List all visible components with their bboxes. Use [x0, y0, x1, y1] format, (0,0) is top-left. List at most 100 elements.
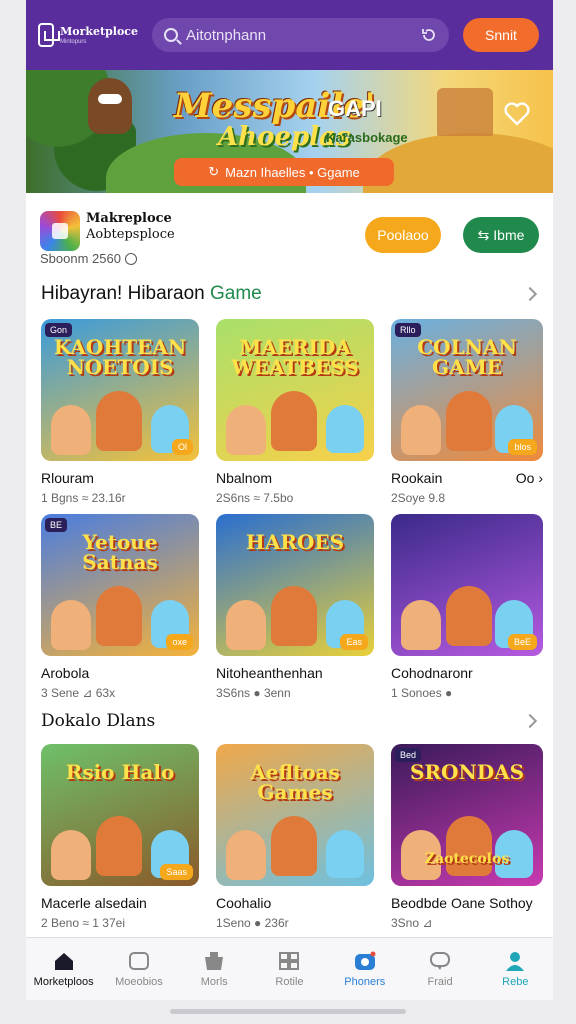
nav-item[interactable]: Rotile — [252, 938, 327, 1000]
game-card[interactable]: HAROES Eas Nitoheanthenhan 3S6ns ● 3enn — [216, 514, 374, 706]
game-tag: BE — [45, 518, 68, 532]
game-card[interactable]: SRONDAS Zaotecolos Bed Beodbde Oane Sothoy 3… — [391, 744, 543, 936]
nav-item-label: Morketploos — [33, 975, 94, 988]
game-extra-text: Oo › — [515, 470, 543, 486]
game-card[interactable]: Yetoue Satnas BE oxe Arobola 3 Sene ⊿ 63x — [41, 514, 199, 706]
character-art — [401, 600, 441, 650]
game-name-text: Macerle alsedain — [41, 895, 147, 911]
top-bar: Morketploce Mintopurs Aitotnphann Snnit — [26, 0, 553, 70]
game-badge: oxe — [166, 634, 193, 650]
game-card[interactable]: Rsio Halo Saas Macerle alsedain 2 Beno ≈ 1 … — [41, 744, 199, 936]
logo-title: Morketploce — [60, 24, 138, 38]
character-art — [226, 830, 266, 880]
nav-item-label: Rotile — [275, 975, 304, 988]
globe-icon — [124, 252, 137, 265]
nav-item[interactable]: Fraid — [402, 938, 477, 1000]
game-name-text: Nbalnom — [216, 470, 273, 486]
game-badge: Ol — [172, 439, 193, 455]
game-badge: blos — [508, 439, 537, 455]
game-thumbnail[interactable]: Aefltoas Games — [216, 744, 374, 886]
game-name: Cohodnaronr — [391, 665, 543, 681]
game-meta: 1Seno ● 236r — [216, 916, 289, 930]
character-art — [96, 586, 142, 646]
search-text: Aitotnphann — [186, 26, 267, 44]
game-card[interactable]: BeE Cohodnaronr 1 Sonoes ● — [391, 514, 543, 706]
game-name: Nbalnom — [216, 470, 374, 486]
nav-item[interactable]: Morls — [177, 938, 252, 1000]
game-thumbnail[interactable]: HAROES Eas — [216, 514, 374, 656]
game-button[interactable]: ⇆ Ibme — [463, 217, 539, 253]
game-button-label: Ibme — [493, 227, 525, 243]
nav-item[interactable]: Morketploos — [26, 938, 101, 1000]
game-badge: Saas — [160, 864, 193, 880]
hero-cta-button[interactable]: ↻ Mazn Ihaelles • Ggame — [174, 158, 394, 186]
game-tag: Bed — [395, 748, 422, 762]
game-name: Macerle alsedain — [41, 895, 199, 911]
game-thumbnail[interactable]: KAOHTEAN NOETOIS Gon Ol — [41, 319, 199, 461]
character-art — [51, 830, 91, 880]
camera-icon — [354, 951, 376, 971]
character-art — [326, 830, 364, 878]
game-name: Rookain Oo › — [391, 470, 543, 486]
store-stats-text: Sboonm 2560 — [40, 251, 121, 266]
game-name-text: Nitoheanthenhan — [216, 665, 323, 681]
game-grid-2: Yetoue Satnas BE oxe Arobola 3 Sene ⊿ 63x HAR… — [26, 514, 553, 706]
game-card[interactable]: Aefltoas Games Coohalio 1Seno ● 236r — [216, 744, 374, 936]
character-art — [51, 405, 91, 455]
game-grid-3: Rsio Halo Saas Macerle alsedain 2 Beno ≈ 1 … — [26, 744, 553, 936]
home-indicator[interactable] — [170, 1009, 406, 1014]
nav-item[interactable]: Phoners — [327, 938, 402, 1000]
game-thumbnail[interactable]: MAERIDA WEATBESS — [216, 319, 374, 461]
game-art-title: KAOHTEAN NOETOIS — [53, 335, 187, 379]
search-button[interactable]: Snnit — [463, 18, 539, 52]
character-art — [271, 391, 317, 451]
nav-item-label: Phoners — [344, 975, 386, 988]
chevron-right-icon[interactable] — [522, 713, 538, 729]
game-thumbnail[interactable]: BeE — [391, 514, 543, 656]
controller-icon: ⇆ — [477, 226, 490, 243]
game-thumbnail[interactable]: COLNAN GAME Rllo blos — [391, 319, 543, 461]
heart-icon[interactable] — [503, 100, 531, 128]
game-card[interactable]: KAOHTEAN NOETOIS Gon Ol Rlouram 1 Bgns ≈ 23.… — [41, 319, 199, 511]
section-title-1: Hibayran! Hibaraon Game — [41, 283, 262, 305]
bottom-nav: Morketploos Moeobios Morls Rotile Phoners Fra… — [26, 937, 553, 1000]
hero-title-line1b: GAPI — [328, 96, 382, 121]
game-name-text: Cohodnaronr — [391, 665, 473, 681]
nav-item[interactable]: Moeobios — [101, 938, 176, 1000]
game-art-title: COLNAN GAME — [417, 335, 517, 379]
game-thumbnail[interactable]: Yetoue Satnas BE oxe — [41, 514, 199, 656]
shop-icon — [203, 951, 225, 971]
refresh-icon[interactable] — [421, 27, 437, 43]
character-art — [226, 405, 266, 455]
game-name: Rlouram — [41, 470, 199, 486]
game-name-text: Beodbde Oane Sothoy — [391, 895, 533, 911]
character-art — [401, 405, 441, 455]
chevron-right-icon[interactable] — [522, 286, 538, 302]
game-card[interactable]: MAERIDA WEATBESS Nbalnom 2S6ns ≈ 7.5bo — [216, 319, 374, 511]
game-card[interactable]: COLNAN GAME Rllo blos Rookain Oo › 2Soye 9.8 — [391, 319, 543, 511]
nav-item-label: Morls — [200, 975, 228, 988]
primary-action-button[interactable]: Poolaoo — [365, 217, 441, 253]
logo[interactable]: Morketploce Mintopurs — [38, 23, 138, 47]
section-header-2[interactable]: Dokalo Dlans — [26, 706, 553, 736]
character-art — [446, 816, 492, 876]
game-thumbnail[interactable]: Rsio Halo Saas — [41, 744, 199, 886]
nav-item[interactable]: Rebe — [478, 938, 553, 1000]
game-name: Beodbde Oane Sothoy — [391, 895, 543, 911]
game-art-title: HAROES — [245, 530, 345, 554]
section-title-1-part2: Game — [209, 283, 262, 304]
game-art-title: Yetoue Satnas — [82, 530, 158, 574]
game-meta: 3 Sene ⊿ 63x — [41, 686, 116, 700]
refresh-icon: ↻ — [208, 164, 220, 179]
hero-character-art — [88, 78, 132, 134]
character-art — [51, 600, 91, 650]
game-thumbnail[interactable]: SRONDAS Zaotecolos Bed — [391, 744, 543, 886]
game-badge: BeE — [507, 634, 537, 650]
hero-banner[interactable]: Messpaile' GAPI Ahoeplas Karasbokage ↻ M… — [26, 70, 553, 193]
game-art-title: Rsio Halo — [65, 760, 175, 784]
character-art — [326, 405, 364, 453]
nav-item-label: Rebe — [502, 975, 529, 988]
search-input[interactable]: Aitotnphann — [152, 18, 449, 52]
section-header-1[interactable]: Hibayran! Hibaraon Game — [26, 279, 553, 309]
game-grid-1: KAOHTEAN NOETOIS Gon Ol Rlouram 1 Bgns ≈ 23.… — [26, 319, 553, 511]
